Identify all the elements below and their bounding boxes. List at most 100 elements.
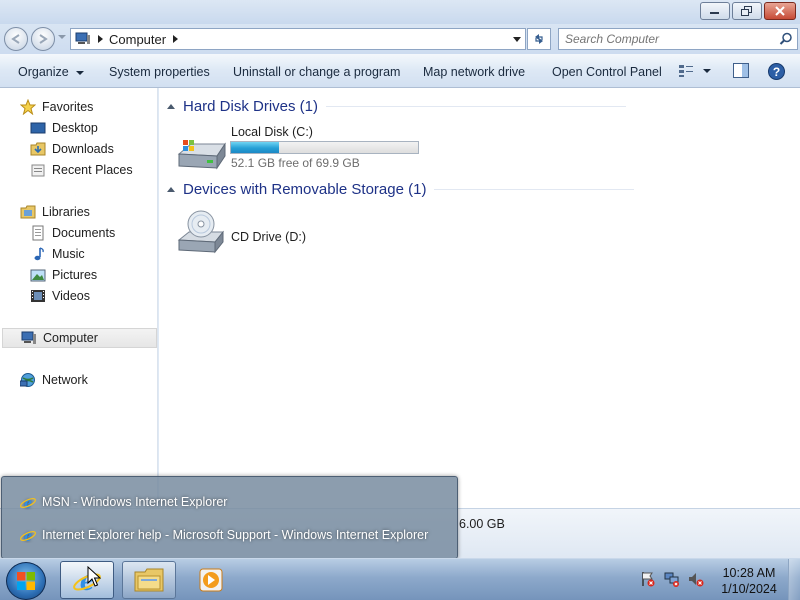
- computer-icon: [75, 32, 90, 44]
- sidebar-item-label: Network: [42, 373, 88, 387]
- content-pane: Hard Disk Drives (1) Local Disk (C:) 52.…: [159, 88, 800, 508]
- volume-icon[interactable]: [688, 571, 704, 587]
- forward-arrow-icon: [39, 34, 48, 44]
- close-button[interactable]: [764, 2, 796, 20]
- help-button[interactable]: ?: [768, 63, 785, 83]
- internet-explorer-icon: e: [20, 494, 36, 510]
- restore-icon: [741, 6, 752, 16]
- clock-time: 10:28 AM: [722, 566, 776, 580]
- collapse-arrow-icon[interactable]: [167, 103, 175, 109]
- address-row: Computer: [0, 24, 800, 54]
- clock-date: 1/10/2024: [721, 582, 777, 596]
- search-icon[interactable]: [779, 32, 793, 46]
- search-input[interactable]: [565, 32, 765, 46]
- desktop-icon: [30, 120, 46, 136]
- map-network-drive-button[interactable]: Map network drive: [423, 65, 525, 79]
- sidebar-item-documents[interactable]: Documents: [30, 223, 150, 243]
- recent-places-icon: [30, 162, 46, 178]
- sidebar-item-favorites[interactable]: Favorites: [20, 97, 150, 117]
- drive-usage-fill: [231, 142, 279, 153]
- sidebar-item-music[interactable]: Music: [30, 244, 150, 264]
- group-divider: [434, 188, 635, 190]
- computer-icon: [21, 330, 37, 346]
- taskbar-windows-explorer[interactable]: [122, 561, 176, 599]
- sidebar-item-downloads[interactable]: Downloads: [30, 139, 150, 159]
- uninstall-program-button[interactable]: Uninstall or change a program: [233, 65, 400, 79]
- open-control-panel-button[interactable]: Open Control Panel: [552, 65, 662, 79]
- group-divider: [326, 105, 627, 107]
- popup-item-ie-help[interactable]: e Internet Explorer help - Microsoft Sup…: [20, 525, 428, 545]
- group-title: Hard Disk Drives (1): [183, 97, 319, 115]
- window-controls: [700, 2, 796, 20]
- breadcrumb-chevron-icon[interactable]: [173, 35, 179, 43]
- group-removable-storage[interactable]: Devices with Removable Storage (1): [167, 179, 635, 199]
- search-box[interactable]: [558, 28, 798, 50]
- action-center-icon[interactable]: [640, 571, 656, 587]
- refresh-button[interactable]: [527, 28, 551, 50]
- organize-label: Organize: [18, 65, 69, 79]
- view-icon: [679, 65, 711, 77]
- sidebar-item-label: Pictures: [52, 268, 98, 282]
- sidebar-item-pictures[interactable]: Pictures: [30, 265, 150, 285]
- collapse-arrow-icon[interactable]: [167, 186, 175, 192]
- organize-button[interactable]: Organize: [18, 65, 84, 79]
- minimize-button[interactable]: [700, 2, 730, 20]
- system-properties-button[interactable]: System properties: [109, 65, 210, 79]
- show-desktop-button[interactable]: [788, 559, 800, 600]
- preview-pane-icon: [733, 63, 749, 78]
- back-arrow-icon: [11, 34, 20, 44]
- sidebar-item-label: Favorites: [42, 100, 94, 114]
- sidebar-item-label: Music: [52, 247, 85, 261]
- recent-pages-dropdown[interactable]: [58, 35, 66, 39]
- sidebar-item-label: Desktop: [52, 121, 98, 135]
- downloads-icon: [30, 141, 46, 157]
- restore-button[interactable]: [732, 2, 762, 20]
- popup-item-label: Internet Explorer help - Microsoft Suppo…: [42, 528, 429, 542]
- change-view-button[interactable]: [678, 64, 712, 81]
- sidebar-item-libraries[interactable]: Libraries: [20, 202, 150, 222]
- folder-icon: [134, 568, 164, 592]
- internet-explorer-icon: e: [20, 527, 36, 543]
- system-clock[interactable]: 10:28 AM 1/10/2024: [712, 565, 786, 597]
- sidebar-item-computer[interactable]: Computer: [2, 328, 157, 348]
- documents-icon: [30, 225, 46, 241]
- sidebar-item-recent-places[interactable]: Recent Places: [30, 160, 150, 180]
- sidebar-item-network[interactable]: Network: [20, 370, 150, 390]
- cd-drive-icon: [177, 210, 225, 254]
- svg-text:?: ?: [773, 65, 780, 79]
- drive-usage-bar: [230, 141, 419, 154]
- sidebar-item-desktop[interactable]: Desktop: [30, 118, 150, 138]
- forward-button[interactable]: [31, 27, 55, 51]
- drive-name: Local Disk (C:): [231, 125, 313, 139]
- videos-icon: [30, 288, 46, 304]
- address-bar[interactable]: Computer: [70, 28, 526, 50]
- breadcrumb-separator-icon[interactable]: [98, 35, 103, 43]
- sidebar-item-label: Libraries: [42, 205, 90, 219]
- popup-item-msn[interactable]: e MSN - Windows Internet Explorer: [20, 492, 227, 512]
- notification-area: [640, 571, 704, 587]
- sidebar-item-label: Computer: [43, 331, 98, 345]
- minimize-icon: [710, 12, 719, 14]
- back-button[interactable]: [4, 27, 28, 51]
- libraries-icon: [20, 204, 36, 220]
- sidebar-item-videos[interactable]: Videos: [30, 286, 150, 306]
- media-player-icon: [199, 568, 223, 592]
- network-status-icon[interactable]: [664, 571, 680, 587]
- windows-logo-icon: [17, 572, 35, 590]
- hard-drive-icon: [177, 140, 226, 170]
- star-icon: [20, 99, 36, 115]
- breadcrumb-computer[interactable]: Computer: [109, 32, 166, 47]
- sidebar-item-label: Videos: [52, 289, 90, 303]
- preview-pane-button[interactable]: [733, 63, 749, 81]
- taskbar-media-player[interactable]: [184, 561, 238, 599]
- drive-free-space: 52.1 GB free of 69.9 GB: [231, 156, 360, 170]
- drive-cd-d[interactable]: CD Drive (D:): [177, 206, 337, 258]
- group-title: Devices with Removable Storage (1): [183, 180, 427, 198]
- popup-item-label: MSN - Windows Internet Explorer: [42, 495, 228, 509]
- command-bar: Organize System properties Uninstall or …: [0, 54, 800, 88]
- address-history-dropdown[interactable]: [513, 37, 521, 42]
- network-icon: [20, 372, 36, 388]
- group-hard-disk-drives[interactable]: Hard Disk Drives (1): [167, 96, 627, 116]
- start-button[interactable]: [6, 562, 46, 600]
- title-bar: [0, 0, 800, 24]
